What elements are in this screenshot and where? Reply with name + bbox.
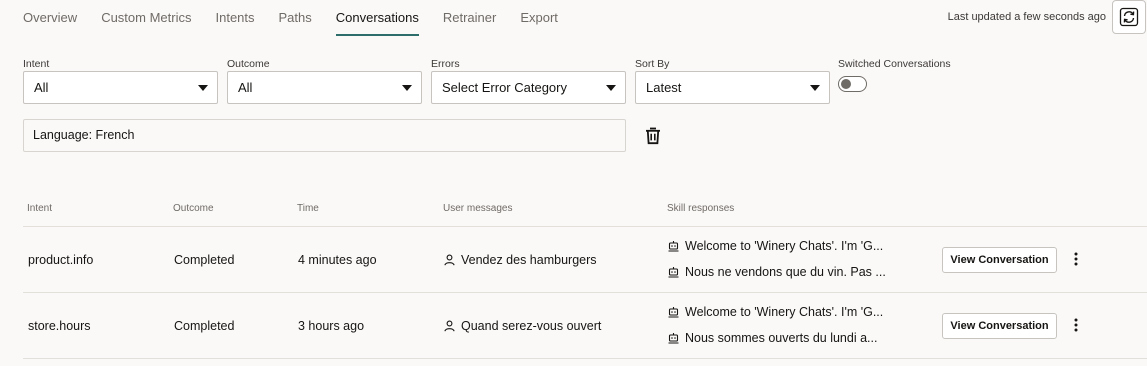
row-intent: store.hours	[28, 319, 91, 333]
row-time: 3 hours ago	[298, 319, 365, 333]
tab-intents[interactable]: Intents	[215, 0, 254, 36]
sort-by-select-value: Latest	[646, 80, 682, 95]
tab-overview[interactable]: Overview	[23, 0, 77, 36]
bot-icon	[668, 267, 679, 278]
refresh-icon	[1119, 7, 1139, 27]
column-header-outcome: Outcome	[173, 203, 214, 214]
skill-response: Nous sommes ouverts du lundi a...	[668, 331, 877, 345]
outcome-select-value: All	[238, 80, 253, 95]
clear-filters-button[interactable]	[644, 126, 662, 146]
errors-select-value: Select Error Category	[442, 80, 567, 95]
intent-filter-label: Intent	[23, 58, 50, 70]
last-updated-text: Last updated a few seconds ago	[947, 11, 1106, 23]
skill-response: Welcome to 'Winery Chats'. I'm 'G...	[668, 239, 883, 253]
column-header-time: Time	[297, 203, 319, 214]
analytics-tabs: Overview Custom Metrics Intents Paths Co…	[23, 0, 582, 36]
skill-response-text: Nous ne vendons que du vin. Pas ...	[685, 265, 886, 279]
row-actions-button[interactable]	[1068, 315, 1084, 335]
skill-response-text: Welcome to 'Winery Chats'. I'm 'G...	[685, 305, 884, 319]
user-icon	[444, 320, 455, 332]
skill-response: Welcome to 'Winery Chats'. I'm 'G...	[668, 305, 883, 319]
bot-icon	[668, 333, 679, 344]
row-user-message: Vendez des hamburgers	[444, 253, 597, 267]
bot-icon	[668, 241, 679, 252]
column-header-intent: Intent	[27, 203, 53, 214]
view-conversation-button[interactable]: View Conversation	[942, 247, 1057, 273]
table-row: store.hours Completed 3 hours ago Quand …	[0, 293, 1147, 359]
chevron-down-icon	[402, 85, 412, 91]
chevron-down-icon	[810, 85, 820, 91]
row-intent: product.info	[28, 253, 94, 267]
intent-select-value: All	[34, 80, 49, 95]
row-outcome: Completed	[174, 253, 235, 267]
trash-icon	[646, 127, 660, 145]
switched-conversations-filter: Switched Conversations	[838, 58, 951, 92]
tab-export[interactable]: Export	[520, 0, 558, 36]
column-header-user-messages: User messages	[443, 203, 513, 214]
skill-response-text: Welcome to 'Winery Chats'. I'm 'G...	[685, 239, 884, 253]
tab-paths[interactable]: Paths	[279, 0, 312, 36]
row-time: 4 minutes ago	[298, 253, 377, 267]
kebab-menu-icon	[1074, 318, 1078, 332]
errors-select[interactable]: Select Error Category	[431, 71, 626, 104]
refresh-button[interactable]	[1112, 0, 1146, 34]
intent-select[interactable]: All	[23, 71, 218, 104]
user-icon	[444, 254, 455, 266]
outcome-select[interactable]: All	[227, 71, 422, 104]
table-row: product.info Completed 4 minutes ago Ven…	[0, 227, 1147, 293]
row-outcome: Completed	[174, 319, 235, 333]
outcome-filter-label: Outcome	[227, 58, 270, 70]
switched-conversations-label: Switched Conversations	[838, 58, 951, 70]
row-user-message: Quand serez-vous ouvert	[444, 319, 601, 333]
tab-retrainer[interactable]: Retrainer	[443, 0, 496, 36]
outcome-filter: Outcome All	[227, 58, 422, 104]
row-actions-button[interactable]	[1068, 249, 1084, 269]
switched-conversations-toggle[interactable]	[838, 76, 867, 92]
column-header-skill-responses: Skill responses	[667, 203, 735, 214]
skill-response-text: Nous sommes ouverts du lundi a...	[685, 331, 878, 345]
view-conversation-button[interactable]: View Conversation	[942, 313, 1057, 339]
errors-filter-label: Errors	[431, 58, 460, 70]
chevron-down-icon	[198, 85, 208, 91]
errors-filter: Errors Select Error Category	[431, 58, 626, 104]
skill-response: Nous ne vendons que du vin. Pas ...	[668, 265, 886, 279]
divider	[23, 358, 1147, 359]
sort-by-select[interactable]: Latest	[635, 71, 830, 104]
sort-by-filter: Sort By Latest	[635, 58, 830, 104]
user-message-text: Quand serez-vous ouvert	[461, 319, 602, 333]
tab-custom-metrics[interactable]: Custom Metrics	[101, 0, 191, 36]
tab-conversations[interactable]: Conversations	[335, 0, 419, 36]
sort-by-filter-label: Sort By	[635, 58, 670, 70]
intent-filter: Intent All	[23, 58, 218, 104]
bot-icon	[668, 307, 679, 318]
chevron-down-icon	[606, 85, 616, 91]
applied-filter-chip: Language: French	[23, 119, 626, 152]
user-message-text: Vendez des hamburgers	[461, 253, 597, 267]
kebab-menu-icon	[1074, 252, 1078, 266]
toggle-knob	[841, 78, 851, 89]
